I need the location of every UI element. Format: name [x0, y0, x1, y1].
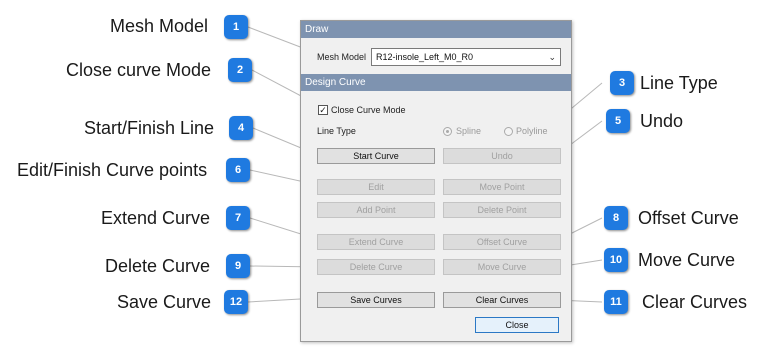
callout-badge-12: 12 — [224, 290, 248, 314]
callout-badge-10: 10 — [604, 248, 628, 272]
close-button[interactable]: Close — [475, 317, 559, 333]
callout-badge-8: 8 — [604, 206, 628, 230]
mesh-model-dropdown[interactable]: R12-insole_Left_M0_R0 ⌄ — [371, 48, 561, 66]
mesh-model-label: Mesh Model — [317, 52, 367, 62]
callout-label-close-curve-mode: Close curve Mode — [66, 60, 212, 80]
callout-badge-9: 9 — [226, 254, 250, 278]
move-point-button[interactable]: Move Point — [443, 179, 561, 195]
callout-badge-5: 5 — [606, 109, 630, 133]
line-type-spline-label: Spline — [456, 126, 482, 136]
callout-label-extend-curve: Extend Curve — [101, 208, 211, 228]
extend-curve-button[interactable]: Extend Curve — [317, 234, 435, 250]
callout-badge-3: 3 — [610, 71, 634, 95]
callout-label-start-finish-line: Start/Finish Line — [84, 118, 215, 138]
callout-badge-4: 4 — [229, 116, 253, 140]
callout-badge-6: 6 — [226, 158, 250, 182]
callout-badge-1: 1 — [224, 15, 248, 39]
line-type-polyline-radio[interactable] — [504, 127, 513, 136]
draw-dialog: Draw Mesh Model R12-insole_Left_M0_R0 ⌄ … — [300, 20, 572, 342]
callout-label-delete-curve: Delete Curve — [105, 256, 211, 276]
callout-badge-2: 2 — [228, 58, 252, 82]
mesh-model-value: R12-insole_Left_M0_R0 — [376, 52, 474, 62]
line-type-polyline-label: Polyline — [516, 126, 548, 136]
chevron-down-icon: ⌄ — [548, 52, 556, 62]
add-point-button[interactable]: Add Point — [317, 202, 435, 218]
draw-section-header: Draw — [301, 21, 571, 38]
delete-curve-button[interactable]: Delete Curve — [317, 259, 435, 275]
edit-button[interactable]: Edit — [317, 179, 435, 195]
move-curve-button[interactable]: Move Curve — [443, 259, 561, 275]
close-curve-mode-label: Close Curve Mode — [331, 105, 406, 115]
design-curve-section-header: Design Curve — [301, 74, 571, 91]
callout-label-line-type: Line Type — [640, 73, 718, 93]
callout-label-offset-curve: Offset Curve — [638, 208, 739, 228]
callout-label-move-curve: Move Curve — [638, 250, 736, 270]
callout-badge-7: 7 — [226, 206, 250, 230]
callout-label-clear-curves: Clear Curves — [642, 292, 748, 312]
callout-label-undo: Undo — [640, 111, 684, 131]
clear-curves-button[interactable]: Clear Curves — [443, 292, 561, 308]
close-curve-mode-checkbox[interactable]: ✓ — [318, 105, 328, 115]
start-curve-button[interactable]: Start Curve — [317, 148, 435, 164]
save-curves-button[interactable]: Save Curves — [317, 292, 435, 308]
callout-label-save-curve: Save Curve — [117, 292, 212, 312]
line-type-label: Line Type — [317, 126, 356, 136]
line-type-spline-radio[interactable] — [443, 127, 452, 136]
delete-point-button[interactable]: Delete Point — [443, 202, 561, 218]
callout-label-mesh-model: Mesh Model — [110, 16, 209, 36]
callout-label-edit-finish-curve-points: Edit/Finish Curve points — [17, 160, 208, 180]
callout-badge-11: 11 — [604, 290, 628, 314]
undo-button[interactable]: Undo — [443, 148, 561, 164]
offset-curve-button[interactable]: Offset Curve — [443, 234, 561, 250]
